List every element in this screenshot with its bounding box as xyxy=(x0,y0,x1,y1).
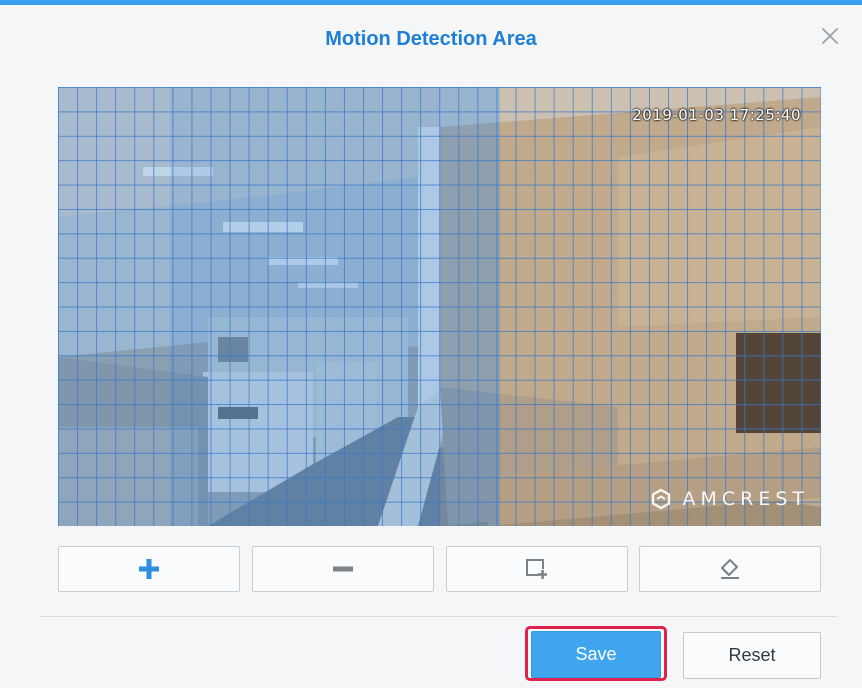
add-area-button[interactable] xyxy=(58,546,240,592)
plus-icon xyxy=(139,559,159,579)
minus-icon xyxy=(333,566,353,572)
camera-preview[interactable]: 2019-01-03 17:25:40 AMCREST xyxy=(58,87,821,526)
remove-area-button[interactable] xyxy=(252,546,434,592)
detection-grid[interactable] xyxy=(58,87,821,526)
reset-button[interactable]: Reset xyxy=(683,632,821,679)
close-button[interactable] xyxy=(814,20,846,52)
footer-divider xyxy=(40,616,837,617)
eraser-icon xyxy=(721,559,739,579)
select-area-icon xyxy=(526,559,547,579)
toolbar xyxy=(58,546,821,594)
camera-watermark: AMCREST xyxy=(650,488,809,510)
select-area-button[interactable] xyxy=(446,546,628,592)
watermark-text: AMCREST xyxy=(682,488,809,510)
save-button[interactable]: Save xyxy=(531,631,661,678)
camera-timestamp: 2019-01-03 17:25:40 xyxy=(632,106,801,124)
dialog-top-bar xyxy=(0,0,862,5)
close-icon xyxy=(822,28,838,44)
motion-detection-dialog: Motion Detection Area 2019-01-03 17:25:4… xyxy=(0,0,862,688)
eraser-button[interactable] xyxy=(639,546,821,592)
dialog-title: Motion Detection Area xyxy=(325,28,537,50)
amcrest-logo-icon xyxy=(652,488,671,510)
